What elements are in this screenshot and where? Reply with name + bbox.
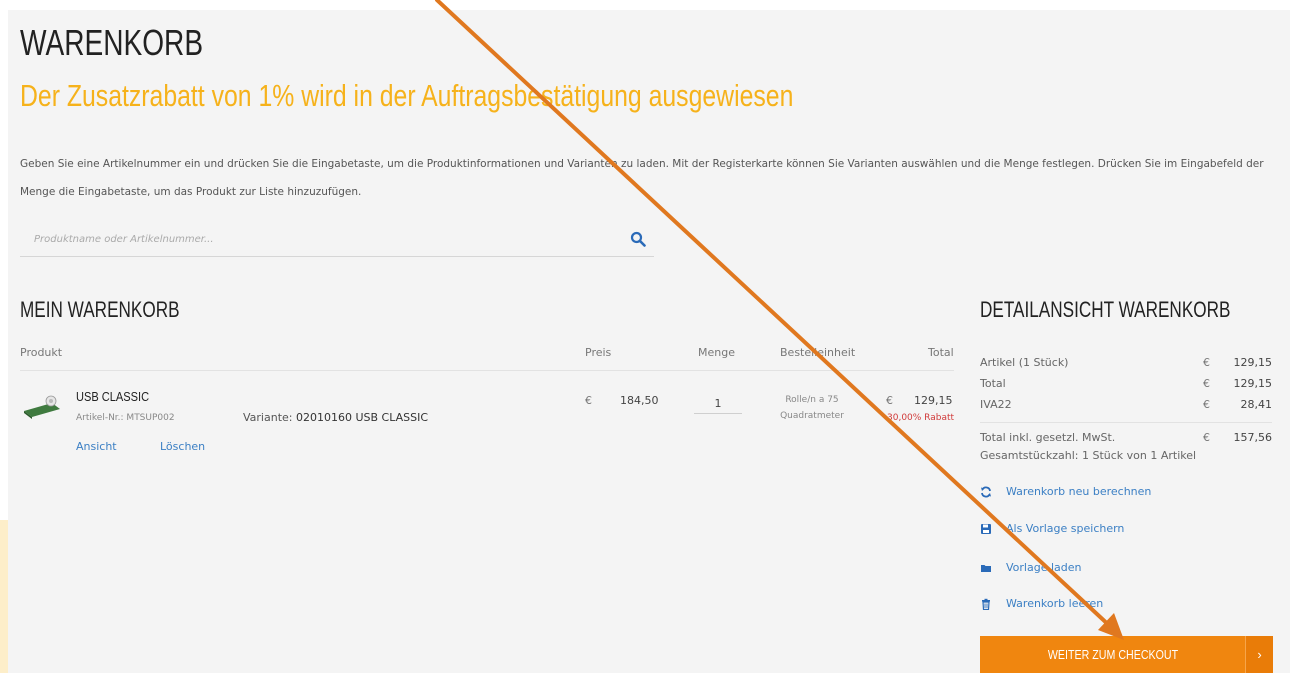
unit-line-1: Rolle/n a 75 bbox=[785, 395, 839, 405]
product-sku: Artikel-Nr.: MTSUP002 bbox=[76, 413, 175, 423]
quick-order-search bbox=[20, 222, 654, 257]
checkout-button[interactable]: WEITER ZUM CHECKOUT › bbox=[980, 636, 1273, 673]
product-variant: Variante: 02010160 USB CLASSIC bbox=[243, 411, 428, 424]
search-icon[interactable] bbox=[630, 231, 646, 247]
summary-currency: € bbox=[1203, 398, 1210, 411]
grand-total-value: 157,56 bbox=[1233, 431, 1273, 444]
save-template-label: Als Vorlage speichern bbox=[1006, 522, 1125, 535]
col-price: Preis bbox=[585, 346, 612, 359]
quantity-input[interactable] bbox=[694, 394, 742, 414]
cart-title: MEIN WARENKORB bbox=[20, 297, 180, 322]
table-divider bbox=[20, 370, 954, 371]
summary-label: Total bbox=[980, 377, 1006, 390]
unit-line-2: Quadratmeter bbox=[780, 411, 844, 421]
summary-currency: € bbox=[1203, 356, 1210, 369]
promo-banner: Der Zusatzrabatt von 1% wird in der Auft… bbox=[20, 78, 794, 113]
recalculate-label: Warenkorb neu berechnen bbox=[1006, 485, 1152, 498]
col-quantity: Menge bbox=[698, 346, 735, 359]
total-currency: € bbox=[886, 394, 893, 407]
grand-total-currency: € bbox=[1203, 431, 1210, 444]
discount-badge: 30,00% Rabatt bbox=[887, 413, 955, 423]
summary-label: Artikel (1 Stück) bbox=[980, 356, 1069, 369]
chevron-right-icon: › bbox=[1245, 636, 1273, 673]
item-count: Gesamtstückzahl: 1 Stück von 1 Artikel bbox=[980, 449, 1197, 462]
checkout-label: WEITER ZUM CHECKOUT bbox=[1047, 647, 1179, 662]
delete-link[interactable]: Löschen bbox=[160, 440, 205, 453]
col-product: Produkt bbox=[20, 346, 63, 359]
empty-cart-label: Warenkorb leeren bbox=[1006, 597, 1104, 610]
product-thumbnail[interactable] bbox=[22, 393, 62, 419]
variant-label: Variante: bbox=[243, 411, 293, 424]
summary-label: IVA22 bbox=[980, 398, 1012, 411]
summary-value: 28,41 bbox=[1240, 398, 1273, 411]
summary-divider bbox=[980, 422, 1272, 423]
search-input[interactable] bbox=[34, 230, 594, 248]
summary-value: 129,15 bbox=[1233, 377, 1273, 390]
price-value: 184,50 bbox=[620, 394, 659, 407]
summary-value: 129,15 bbox=[1233, 356, 1273, 369]
refresh-icon bbox=[981, 486, 991, 498]
col-unit: Bestelleinheit bbox=[780, 346, 856, 359]
save-icon bbox=[981, 524, 991, 534]
total-value: 129,15 bbox=[914, 394, 953, 407]
grand-total-label: Total inkl. gesetzl. MwSt. bbox=[980, 431, 1116, 444]
side-strip bbox=[0, 520, 8, 673]
view-link[interactable]: Ansicht bbox=[76, 440, 117, 453]
load-template-label: Vorlage laden bbox=[1006, 561, 1082, 574]
product-name[interactable]: USB CLASSIC bbox=[76, 389, 149, 404]
summary-currency: € bbox=[1203, 377, 1210, 390]
variant-value: 02010160 USB CLASSIC bbox=[296, 411, 429, 424]
col-total: Total bbox=[928, 346, 954, 359]
intro-text: Geben Sie eine Artikelnummer ein und drü… bbox=[20, 158, 1264, 198]
trash-icon bbox=[982, 598, 990, 610]
summary-title: DETAILANSICHT WARENKORB bbox=[980, 297, 1231, 322]
folder-icon bbox=[981, 565, 991, 572]
page-title: WARENKORB bbox=[20, 22, 204, 63]
price-currency: € bbox=[585, 394, 592, 407]
